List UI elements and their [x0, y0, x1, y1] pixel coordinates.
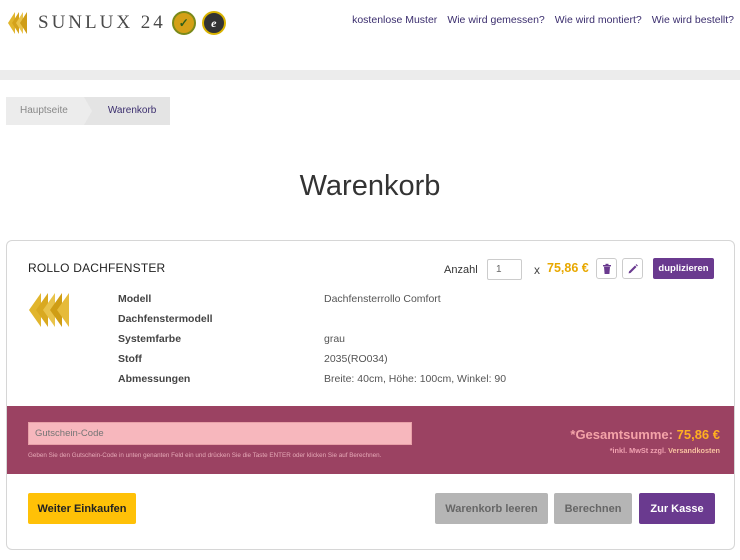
coupon-section: Geben Sie den Gutschein-Code in unten ge…: [7, 406, 734, 474]
item-price: 75,86 €: [547, 261, 589, 275]
trash-icon: [602, 263, 611, 274]
spec-label-window-model: Dachfenstermodell: [118, 313, 213, 325]
top-navigation: kostenlose Muster Wie wird gemessen? Wie…: [352, 14, 734, 26]
quality-seal-icon[interactable]: ✓: [171, 11, 196, 35]
page-title: Warenkorb: [299, 170, 441, 202]
checkout-button[interactable]: Zur Kasse: [639, 493, 715, 524]
spec-label-system-color: Systemfarbe: [118, 333, 182, 345]
product-image-icon: [29, 293, 69, 327]
shipping-costs-link[interactable]: Versandkosten: [668, 446, 720, 455]
coupon-hint: Geben Sie den Gutschein-Code in unten ge…: [28, 452, 382, 459]
duplicate-button[interactable]: duplizieren: [653, 258, 714, 279]
edit-item-button[interactable]: [622, 258, 643, 279]
quantity-input[interactable]: [487, 259, 522, 280]
pencil-icon: [628, 263, 638, 273]
grand-total-value: 75,86 €: [676, 427, 720, 442]
site-header: SUNLUX 24 ✓ e kostenlose Muster Wie wird…: [0, 0, 740, 70]
quantity-label: Anzahl: [444, 264, 478, 276]
nav-how-to-order[interactable]: Wie wird bestellt?: [652, 14, 734, 26]
header-divider: [0, 70, 740, 80]
spec-value-system-color: grau: [324, 333, 346, 345]
spec-label-fabric: Stoff: [118, 353, 142, 365]
spec-value-model: Dachfensterrollo Comfort: [324, 293, 441, 305]
grand-total-label: *Gesamtsumme:: [570, 427, 673, 442]
brand-logo[interactable]: SUNLUX 24 ✓ e: [6, 10, 226, 36]
product-title: ROLLO DACHFENSTER: [28, 261, 166, 275]
multiply-sign: x: [534, 263, 540, 277]
trusted-shops-seal-icon[interactable]: e: [201, 11, 226, 35]
vat-text: *inkl. MwSt zzgl.: [609, 446, 667, 455]
nav-how-to-mount[interactable]: Wie wird montiert?: [555, 14, 642, 26]
empty-cart-button[interactable]: Warenkorb leeren: [435, 493, 548, 524]
sunlux-logo-icon: [8, 12, 27, 34]
spec-label-dimensions: Abmessungen: [118, 373, 191, 385]
spec-label-model: Modell: [118, 293, 152, 305]
spec-value-dimensions: Breite: 40cm, Höhe: 100cm, Winkel: 90: [324, 373, 507, 385]
cart-panel: ROLLO DACHFENSTER Anzahl x 75,86 € dupli…: [6, 240, 735, 550]
vat-note: *inkl. MwSt zzgl. Versandkosten: [610, 446, 720, 455]
grand-total: *Gesamtsumme: 75,86 €: [570, 427, 720, 442]
calculate-button[interactable]: Berechnen: [554, 493, 632, 524]
brand-name: SUNLUX 24: [38, 12, 166, 33]
breadcrumb: Hauptseite Warenkorb: [6, 97, 171, 125]
nav-free-samples[interactable]: kostenlose Muster: [352, 14, 437, 26]
delete-item-button[interactable]: [596, 258, 617, 279]
breadcrumb-cart: Warenkorb: [83, 97, 171, 125]
spec-value-fabric: 2035(RO034): [324, 353, 388, 365]
continue-shopping-button[interactable]: Weiter Einkaufen: [28, 493, 136, 524]
nav-how-to-measure[interactable]: Wie wird gemessen?: [447, 14, 544, 26]
coupon-code-input[interactable]: [28, 422, 412, 445]
breadcrumb-home[interactable]: Hauptseite: [6, 97, 92, 125]
